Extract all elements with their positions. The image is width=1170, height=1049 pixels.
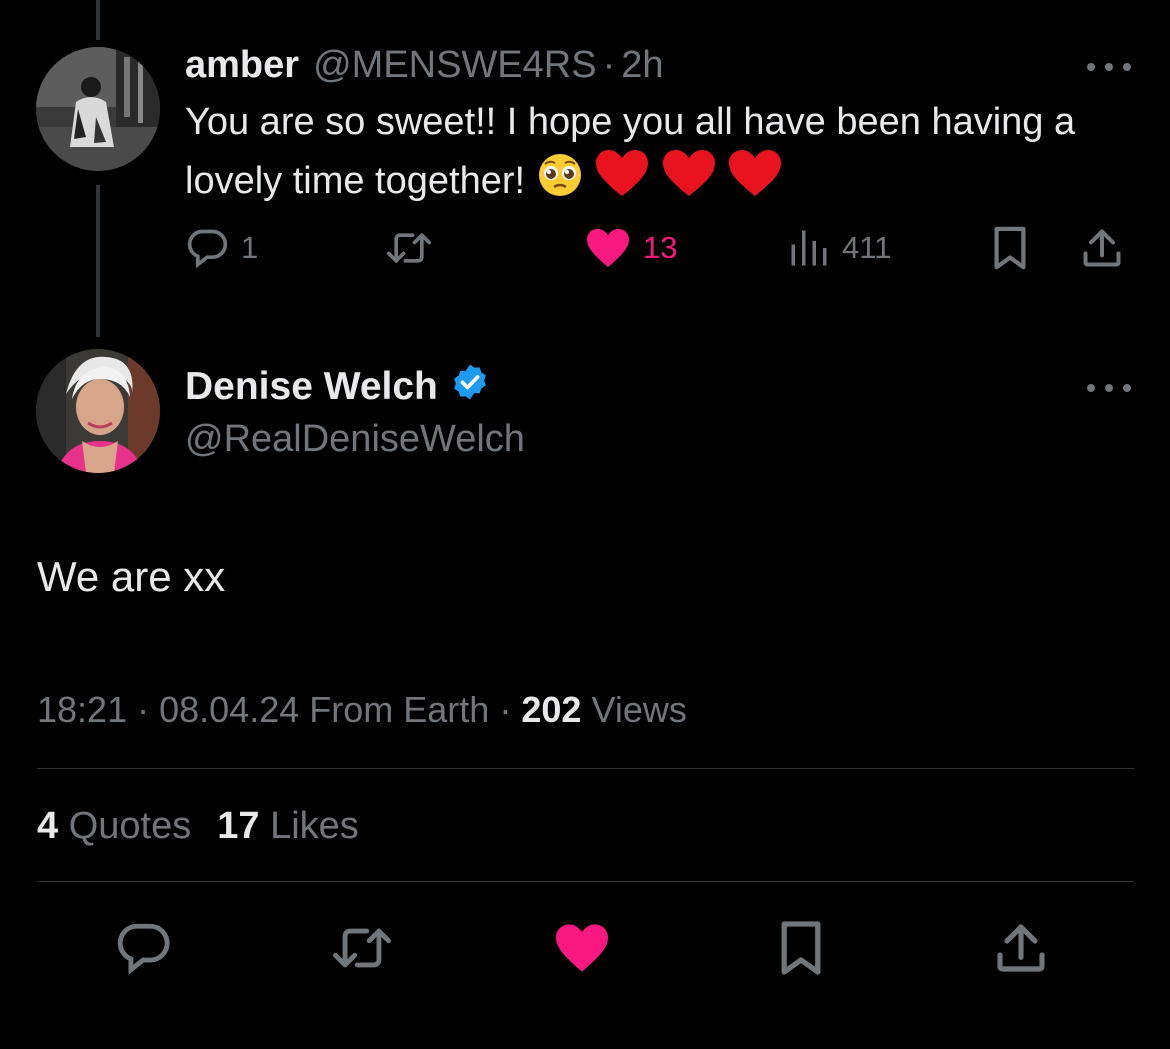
like-count: 13 — [643, 230, 678, 265]
pleading-face-emoji — [536, 151, 584, 214]
tweet-stats: 4 Quotes 17 Likes — [37, 800, 359, 852]
verified-badge-icon[interactable] — [450, 362, 490, 412]
separator-dot: · — [602, 44, 616, 86]
quotes-link[interactable]: 4 Quotes — [37, 805, 191, 847]
thread-line — [96, 185, 100, 337]
bookmark-button[interactable] — [768, 915, 834, 981]
likes-count: 17 — [217, 805, 260, 847]
share-button[interactable] — [1080, 222, 1124, 274]
reply-count: 1 — [241, 230, 259, 265]
separator-dot: · — [499, 689, 512, 730]
reply-author-handle[interactable]: @MENSWE4RS — [313, 40, 597, 90]
reply-header: amber @MENSWE4RS · 2h — [185, 40, 664, 90]
reply-text: You are so sweet!! I hope you all have b… — [185, 96, 1135, 214]
reply-action-bar: 1 13 411 — [185, 222, 1130, 274]
reply-author-name[interactable]: amber — [185, 40, 299, 90]
reply-timestamp[interactable]: 2h — [621, 40, 663, 90]
views-count: 202 — [521, 689, 582, 730]
tweet-author-name[interactable]: Denise Welch — [185, 365, 438, 409]
tweet-time[interactable]: 18:21 — [37, 689, 127, 730]
quotes-label: Quotes — [68, 805, 192, 847]
more-icon[interactable] — [1087, 60, 1131, 74]
thread-line-top — [96, 0, 100, 40]
tweet-meta: 18:21 · 08.04.24 From Earth · 202 Views — [37, 685, 687, 735]
views-label: Views — [591, 689, 687, 730]
tweet-author-name-row: Denise Welch — [185, 362, 490, 412]
tweet-source: From Earth — [309, 689, 490, 730]
quotes-count: 4 — [37, 805, 59, 847]
reply-button[interactable]: 1 — [185, 222, 258, 274]
likes-label: Likes — [270, 805, 359, 847]
views-button[interactable]: 411 — [788, 222, 891, 274]
retweet-icon — [387, 233, 431, 263]
tweet-author-avatar[interactable] — [36, 349, 160, 473]
heart-icon — [556, 924, 608, 972]
likes-link[interactable]: 17 Likes — [217, 805, 359, 847]
views-count: 411 — [842, 230, 892, 265]
reply-icon — [117, 923, 170, 975]
red-heart-emoji — [594, 149, 650, 214]
heart-icon — [587, 228, 629, 268]
share-icon — [1083, 229, 1121, 267]
views-icon — [791, 230, 827, 266]
retweet-button[interactable] — [329, 915, 395, 981]
share-button[interactable] — [988, 915, 1054, 981]
bookmark-icon — [781, 921, 821, 975]
avatar-image — [36, 47, 160, 171]
retweet-icon — [332, 928, 391, 968]
red-heart-emoji — [727, 149, 783, 214]
tweet-author-handle[interactable]: @RealDeniseWelch — [185, 414, 525, 464]
reply-icon — [187, 229, 228, 269]
tweet-text: We are xx — [37, 553, 226, 600]
retweet-button[interactable] — [385, 222, 433, 274]
avatar-image — [36, 349, 160, 473]
tweet-date[interactable]: 08.04.24 — [159, 689, 299, 730]
divider — [37, 768, 1134, 769]
bookmark-button[interactable] — [990, 222, 1030, 274]
reply-button[interactable] — [110, 915, 176, 981]
bookmark-icon — [994, 226, 1026, 270]
more-icon[interactable] — [1087, 381, 1131, 395]
reply-author-avatar[interactable] — [36, 47, 160, 171]
share-icon — [997, 924, 1045, 972]
like-button[interactable] — [549, 915, 615, 981]
divider — [37, 881, 1134, 882]
red-heart-emoji — [661, 149, 717, 214]
like-button[interactable]: 13 — [585, 222, 677, 274]
separator-dot: · — [137, 689, 150, 730]
tweet-action-bar — [0, 915, 1170, 981]
